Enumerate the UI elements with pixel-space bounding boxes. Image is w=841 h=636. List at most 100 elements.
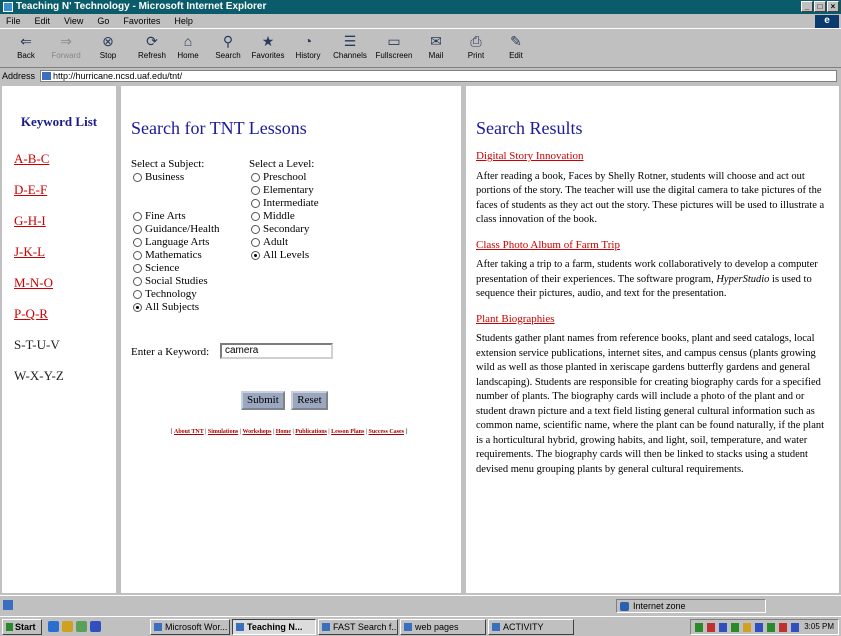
radio-button[interactable] [133, 238, 142, 247]
radio-button[interactable] [251, 238, 260, 247]
radio-option[interactable]: Language Arts [131, 236, 249, 249]
address-field[interactable]: http://hurricane.ncsd.uaf.edu/tnt/ [40, 70, 837, 82]
menu-view[interactable]: View [64, 14, 83, 28]
radio-option[interactable]: Business [131, 171, 249, 184]
radio-option[interactable]: Technology [131, 288, 249, 301]
keyword-link[interactable]: J-K-L [14, 236, 116, 267]
radio-button[interactable] [251, 251, 260, 260]
keyword-link[interactable]: P-Q-R [14, 298, 116, 329]
radio-button[interactable] [133, 212, 142, 221]
print-button[interactable]: ⎙ Print [456, 31, 496, 65]
radio-option[interactable]: Mathematics [131, 249, 249, 262]
radio-option[interactable]: All Levels [249, 249, 369, 262]
keyword-link[interactable]: G-H-I [14, 205, 116, 236]
keyword-input[interactable]: camera [220, 343, 333, 359]
start-button[interactable]: Start [2, 619, 42, 635]
radio-label: Technology [145, 288, 197, 300]
footer-link[interactable]: About TNT [174, 429, 204, 435]
keyword-link[interactable]: A-B-C [14, 143, 116, 174]
taskbar-task[interactable]: Microsoft Wor... [150, 619, 230, 635]
tray-icon[interactable] [791, 623, 799, 632]
tray-icon[interactable] [719, 623, 727, 632]
radio-option[interactable]: Preschool [249, 171, 369, 184]
submit-button[interactable]: Submit [241, 391, 285, 410]
ie-logo-icon: e [815, 15, 839, 28]
radio-button[interactable] [251, 173, 260, 182]
tray-icon[interactable] [743, 623, 751, 632]
taskbar-task[interactable]: ACTIVITY [488, 619, 574, 635]
tray-icon[interactable] [731, 623, 739, 632]
home-button[interactable]: ⌂ Home [168, 31, 208, 65]
radio-button[interactable] [133, 303, 142, 312]
channels-button[interactable]: ☰ Channels [330, 31, 370, 65]
radio-option[interactable]: Adult [249, 236, 369, 249]
radio-button[interactable] [133, 264, 142, 273]
footer-link[interactable]: Publications [295, 429, 327, 435]
fullscreen-button[interactable]: ▭ Fullscreen [374, 31, 414, 65]
edit-button[interactable]: ✎ Edit [496, 31, 536, 65]
radio-button[interactable] [133, 290, 142, 299]
status-bar: Internet zone [0, 595, 841, 615]
radio-button[interactable] [251, 186, 260, 195]
mail-button[interactable]: ✉ Mail [416, 31, 456, 65]
footer-link[interactable]: Simulations [208, 429, 238, 435]
radio-option[interactable]: Science [131, 262, 249, 275]
result-title-link[interactable]: Class Photo Album of Farm Trip [476, 238, 829, 253]
refresh-button[interactable]: ⟳ Refresh [132, 31, 172, 65]
tray-icon[interactable] [695, 623, 703, 632]
radio-button[interactable] [251, 225, 260, 234]
history-button[interactable]: ◔ History [288, 31, 328, 65]
favorites-button[interactable]: ★ Favorites [248, 31, 288, 65]
quicklaunch-channels-icon[interactable] [90, 621, 101, 632]
quicklaunch-desktop-icon[interactable] [76, 621, 87, 632]
reset-button[interactable]: Reset [291, 391, 328, 410]
forward-button[interactable]: ⇒ Forward [46, 31, 86, 65]
result-title-link[interactable]: Digital Story Innovation [476, 149, 829, 164]
search-button[interactable]: ⚲ Search [208, 31, 248, 65]
keyword-link[interactable]: M-N-O [14, 267, 116, 298]
toolbar-label: Fullscreen [375, 51, 413, 60]
taskbar-task[interactable]: Teaching N... [232, 619, 316, 635]
quicklaunch-outlook-icon[interactable] [62, 621, 73, 632]
radio-option[interactable]: Fine Arts [131, 210, 249, 223]
radio-option[interactable]: Social Studies [131, 275, 249, 288]
toolbar-label: Back [17, 51, 35, 60]
radio-button[interactable] [133, 277, 142, 286]
radio-button[interactable] [251, 212, 260, 221]
radio-label: Business [145, 171, 185, 183]
menu-favorites[interactable]: Favorites [123, 14, 160, 28]
footer-link[interactable]: Workshops [242, 429, 271, 435]
tray-icon[interactable] [755, 623, 763, 632]
radio-button[interactable] [133, 173, 142, 182]
radio-option[interactable]: Secondary [249, 223, 369, 236]
quicklaunch-ie-icon[interactable] [48, 621, 59, 632]
radio-button[interactable] [133, 225, 142, 234]
radio-option[interactable]: Intermediate [249, 197, 369, 210]
radio-button[interactable] [251, 199, 260, 208]
menu-help[interactable]: Help [174, 14, 193, 28]
tray-icon[interactable] [767, 623, 775, 632]
minimize-button[interactable]: _ [801, 1, 813, 12]
footer-link[interactable]: Home [276, 429, 291, 435]
close-button[interactable]: × [827, 1, 839, 12]
footer-link[interactable]: Success Cases [369, 429, 405, 435]
result-title-link[interactable]: Plant Biographies [476, 312, 829, 327]
radio-button[interactable] [133, 251, 142, 260]
back-button[interactable]: ⇐ Back [6, 31, 46, 65]
footer-link[interactable]: Lesson Plans [331, 429, 364, 435]
taskbar-task[interactable]: web pages [400, 619, 486, 635]
radio-option[interactable]: All Subjects [131, 301, 249, 314]
radio-option[interactable]: Elementary [249, 184, 369, 197]
menu-file[interactable]: File [6, 14, 21, 28]
radio-option[interactable]: Guidance/Health [131, 223, 249, 236]
taskbar-task[interactable]: FAST Search f... [318, 619, 398, 635]
menu-go[interactable]: Go [97, 14, 109, 28]
tray-icon[interactable] [779, 623, 787, 632]
radio-option[interactable]: Middle [249, 210, 369, 223]
stop-button[interactable]: ⊗ Stop [88, 31, 128, 65]
maximize-button[interactable]: □ [814, 1, 826, 12]
keyword-link[interactable]: D-E-F [14, 174, 116, 205]
menu-edit[interactable]: Edit [35, 14, 51, 28]
tray-icon[interactable] [707, 623, 715, 632]
